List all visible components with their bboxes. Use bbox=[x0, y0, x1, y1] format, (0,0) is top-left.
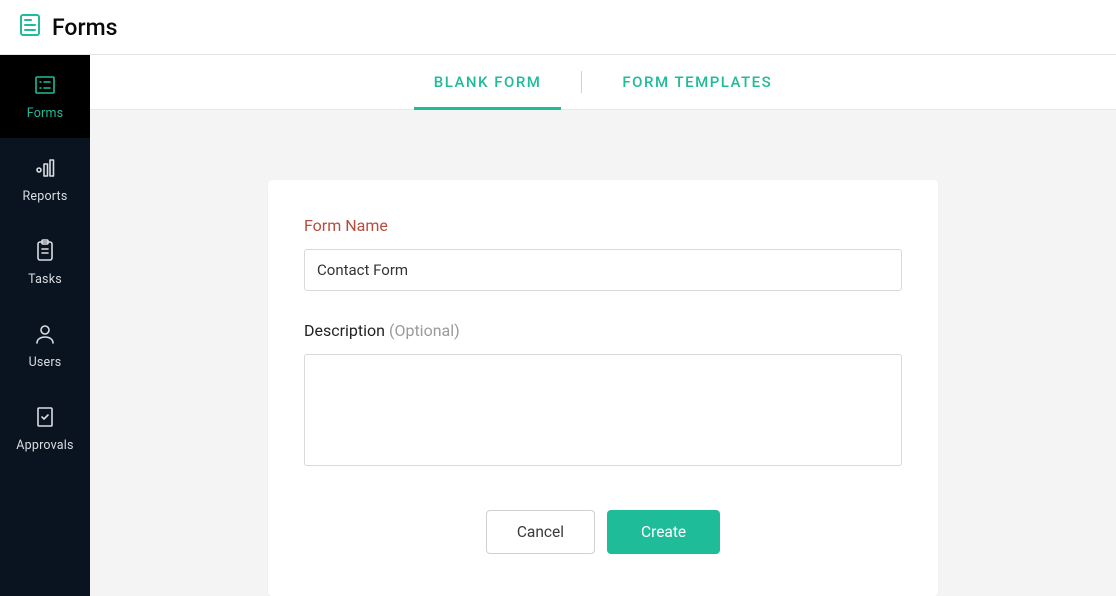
form-name-input[interactable] bbox=[304, 249, 902, 291]
form-container: Form Name Description (Optional) Cancel … bbox=[90, 110, 1116, 596]
sidebar-item-label: Forms bbox=[27, 106, 64, 121]
forms-icon bbox=[32, 72, 58, 98]
approvals-icon bbox=[32, 404, 58, 430]
app-logo-group: Forms bbox=[18, 13, 118, 41]
description-input[interactable] bbox=[304, 354, 902, 466]
users-icon bbox=[32, 321, 58, 347]
app-title: Forms bbox=[52, 14, 118, 41]
sidebar-item-label: Reports bbox=[23, 189, 68, 204]
app-header: Forms bbox=[0, 0, 1116, 55]
description-label: Description (Optional) bbox=[304, 321, 902, 340]
forms-logo-icon bbox=[18, 13, 42, 41]
form-name-field: Form Name bbox=[304, 216, 902, 291]
description-hint: (Optional) bbox=[389, 321, 460, 340]
content-area: BLANK FORM FORM TEMPLATES Form Name Desc… bbox=[90, 55, 1116, 596]
button-row: Cancel Create bbox=[304, 510, 902, 554]
description-label-text: Description bbox=[304, 321, 385, 340]
tab-bar: BLANK FORM FORM TEMPLATES bbox=[90, 55, 1116, 110]
form-name-label: Form Name bbox=[304, 216, 902, 235]
reports-icon bbox=[32, 155, 58, 181]
sidebar-item-tasks[interactable]: Tasks bbox=[0, 221, 90, 304]
sidebar-item-label: Approvals bbox=[16, 438, 73, 453]
sidebar-item-users[interactable]: Users bbox=[0, 304, 90, 387]
sidebar: Forms Reports Tasks bbox=[0, 55, 90, 596]
tab-form-templates[interactable]: FORM TEMPLATES bbox=[582, 55, 812, 110]
sidebar-item-reports[interactable]: Reports bbox=[0, 138, 90, 221]
form-card: Form Name Description (Optional) Cancel … bbox=[268, 180, 938, 596]
create-button[interactable]: Create bbox=[607, 510, 720, 554]
sidebar-item-forms[interactable]: Forms bbox=[0, 55, 90, 138]
tasks-icon bbox=[32, 238, 58, 264]
sidebar-item-label: Users bbox=[29, 355, 62, 370]
description-field: Description (Optional) bbox=[304, 321, 902, 470]
sidebar-item-label: Tasks bbox=[28, 272, 62, 287]
tab-label: BLANK FORM bbox=[434, 73, 542, 91]
cancel-button[interactable]: Cancel bbox=[486, 510, 595, 554]
tab-blank-form[interactable]: BLANK FORM bbox=[394, 55, 582, 110]
main-layout: Forms Reports Tasks bbox=[0, 55, 1116, 596]
tab-label: FORM TEMPLATES bbox=[622, 73, 772, 91]
sidebar-item-approvals[interactable]: Approvals bbox=[0, 387, 90, 470]
